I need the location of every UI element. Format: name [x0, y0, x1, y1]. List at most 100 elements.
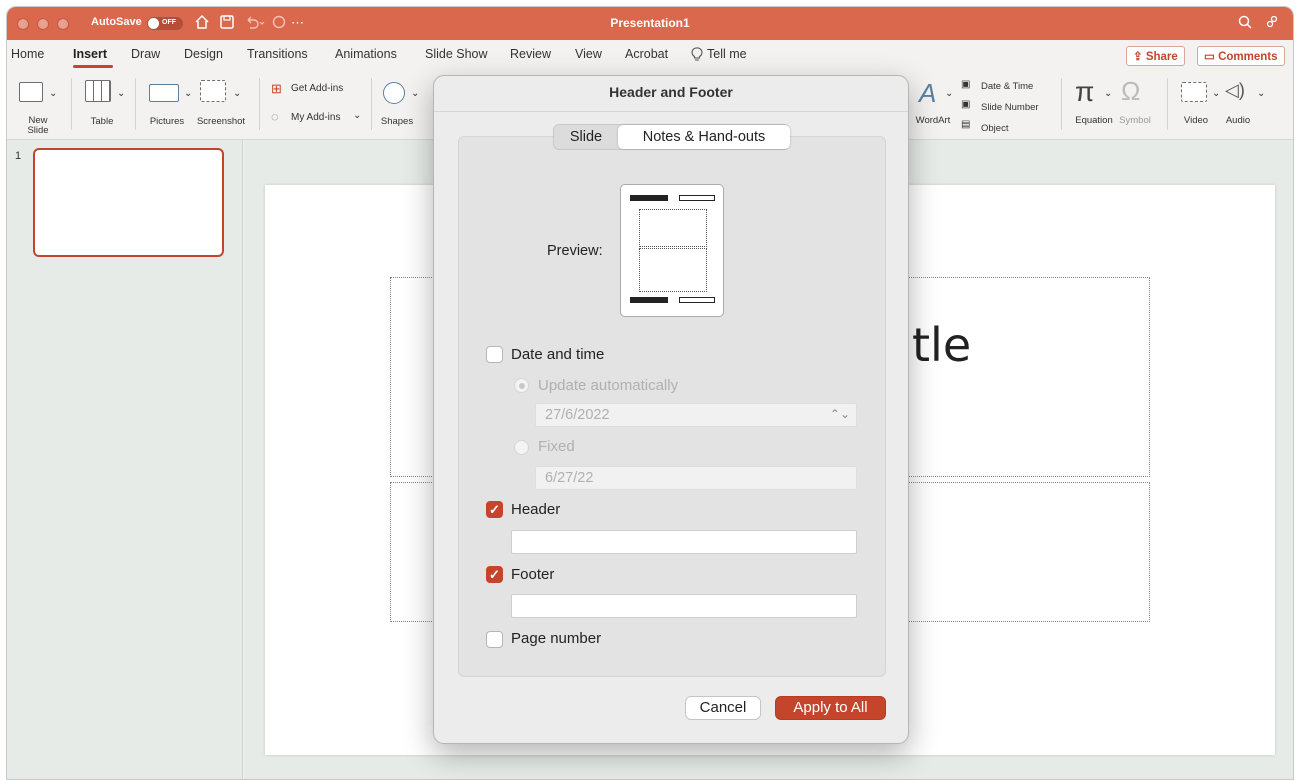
- tab-view[interactable]: View: [575, 47, 602, 61]
- date-time-label: Date & Time: [981, 81, 1034, 92]
- get-addins-label: Get Add-ins: [291, 83, 344, 94]
- fixed-date-value: 6/27/22: [545, 470, 594, 486]
- select-stepper-icon: ⌃⌄: [829, 407, 850, 421]
- ribbon-divider: [135, 78, 136, 130]
- ribbon-tabs: Home Insert Draw Design Transitions Anim…: [7, 40, 1293, 68]
- fixed-label: Fixed: [538, 438, 575, 455]
- header-area-preview: [630, 195, 668, 201]
- audio-label: Audio: [1225, 115, 1251, 126]
- picture-icon: [149, 84, 179, 102]
- chevron-down-icon: ⌄: [233, 88, 242, 99]
- document-title: Presentation1: [610, 16, 690, 30]
- radio-dot: [519, 383, 525, 389]
- footer-area-preview: [630, 297, 668, 303]
- slide-number-icon: ▣: [961, 99, 971, 110]
- page-number-label: Page number: [511, 630, 602, 647]
- tell-me-search[interactable]: Tell me: [707, 47, 747, 61]
- share-label: Share: [1145, 51, 1178, 63]
- footer-label: Footer: [511, 566, 555, 583]
- tab-draw[interactable]: Draw: [131, 47, 160, 61]
- tab-design[interactable]: Design: [184, 47, 223, 61]
- tab-review[interactable]: Review: [510, 47, 551, 61]
- film-icon: [1181, 82, 1207, 102]
- chevron-down-icon: ⌄: [945, 88, 954, 99]
- my-addins-label: My Add-ins: [291, 112, 341, 123]
- chevron-down-icon: ⌄: [49, 88, 58, 99]
- pictures-label: Pictures: [149, 116, 185, 127]
- table-icon: [85, 80, 111, 102]
- header-checkbox[interactable]: ✓: [486, 501, 503, 518]
- lightbulb-icon: [691, 47, 703, 64]
- header-footer-dialog: Header and Footer Slide Notes & Hand-out…: [433, 75, 909, 744]
- chevron-down-icon: ⌄: [353, 110, 362, 121]
- title-bar: AutoSave OFF ⋯ Presentation1: [7, 7, 1293, 40]
- header-label: Header: [511, 501, 561, 518]
- dialog-title: Header and Footer: [609, 84, 733, 100]
- object-label: Object: [981, 123, 1009, 134]
- fixed-date-field[interactable]: 6/27/22: [535, 466, 857, 490]
- page-number-area-preview: [679, 297, 715, 303]
- search-icon[interactable]: [1237, 14, 1253, 35]
- slide-number: 1: [15, 150, 22, 162]
- share-button[interactable]: ⇪ Share: [1126, 46, 1185, 66]
- ribbon-divider: [371, 78, 372, 130]
- video-label: Video: [1183, 115, 1209, 126]
- update-automatically-radio[interactable]: [514, 378, 529, 393]
- addins-store-icon: ⊞: [271, 81, 282, 96]
- addins-icon: ◌: [271, 109, 279, 124]
- pi-icon: π: [1075, 76, 1095, 107]
- tab-animations[interactable]: Animations: [335, 47, 397, 61]
- date-time-checkbox[interactable]: [486, 346, 503, 363]
- chevron-down-icon: ⌄: [184, 88, 193, 99]
- comment-icon: ▭: [1204, 51, 1219, 63]
- tab-transitions[interactable]: Transitions: [247, 47, 308, 61]
- equation-label: Equation: [1075, 115, 1113, 126]
- chevron-down-icon: ⌄: [1104, 88, 1113, 99]
- symbol-label: Symbol: [1119, 115, 1151, 126]
- date-format-value: 27/6/2022: [545, 407, 610, 423]
- chevron-down-icon: ⌄: [1212, 88, 1221, 99]
- ribbon-divider: [1167, 78, 1168, 130]
- shapes-icon: [383, 82, 405, 104]
- share-people-icon[interactable]: [1264, 14, 1280, 35]
- footer-checkbox[interactable]: ✓: [486, 566, 503, 583]
- chevron-down-icon: ⌄: [411, 88, 420, 99]
- tab-home[interactable]: Home: [11, 47, 44, 61]
- tab-notes-handouts[interactable]: Notes & Hand-outs: [618, 125, 790, 149]
- comments-button[interactable]: ▭ Comments: [1197, 46, 1285, 66]
- cancel-button[interactable]: Cancel: [685, 696, 761, 720]
- date-format-select[interactable]: 27/6/2022 ⌃⌄: [535, 403, 857, 427]
- object-icon: ▤: [961, 119, 971, 130]
- title-placeholder-text: tle: [912, 318, 972, 372]
- slide-thumbnail[interactable]: [33, 148, 224, 257]
- tab-acrobat[interactable]: Acrobat: [625, 47, 668, 61]
- ribbon-divider: [1061, 78, 1062, 130]
- new-slide-label: New Slide: [27, 115, 49, 136]
- dialog-tab-control: Slide Notes & Hand-outs: [553, 124, 790, 150]
- apply-to-all-button[interactable]: Apply to All: [775, 696, 886, 720]
- tab-slide-show[interactable]: Slide Show: [425, 47, 488, 61]
- wordart-icon: A: [919, 78, 937, 108]
- preview-thumbnail: [620, 184, 724, 317]
- slide-image-preview: [639, 209, 707, 247]
- slide-thumbnail-pane: 1: [7, 140, 243, 779]
- notes-area-preview: [639, 248, 707, 292]
- table-label: Table: [90, 116, 114, 127]
- calendar-icon: ▣: [961, 79, 971, 90]
- header-text-field[interactable]: [511, 530, 857, 554]
- chevron-down-icon: ⌄: [117, 88, 126, 99]
- omega-icon: Ω: [1121, 76, 1141, 106]
- dialog-divider: [434, 111, 908, 112]
- new-slide-icon: [19, 82, 43, 102]
- footer-text-field[interactable]: [511, 594, 857, 618]
- page-number-checkbox[interactable]: [486, 631, 503, 648]
- tab-insert[interactable]: Insert: [73, 47, 107, 61]
- wordart-label: WordArt: [915, 115, 951, 126]
- date-time-label: Date and time: [511, 346, 605, 363]
- tab-slide[interactable]: Slide: [554, 125, 618, 149]
- fixed-radio[interactable]: [514, 440, 529, 455]
- preview-label: Preview:: [547, 243, 603, 259]
- ribbon-divider: [71, 78, 72, 130]
- shapes-label: Shapes: [380, 116, 414, 127]
- screenshot-icon: [200, 80, 226, 102]
